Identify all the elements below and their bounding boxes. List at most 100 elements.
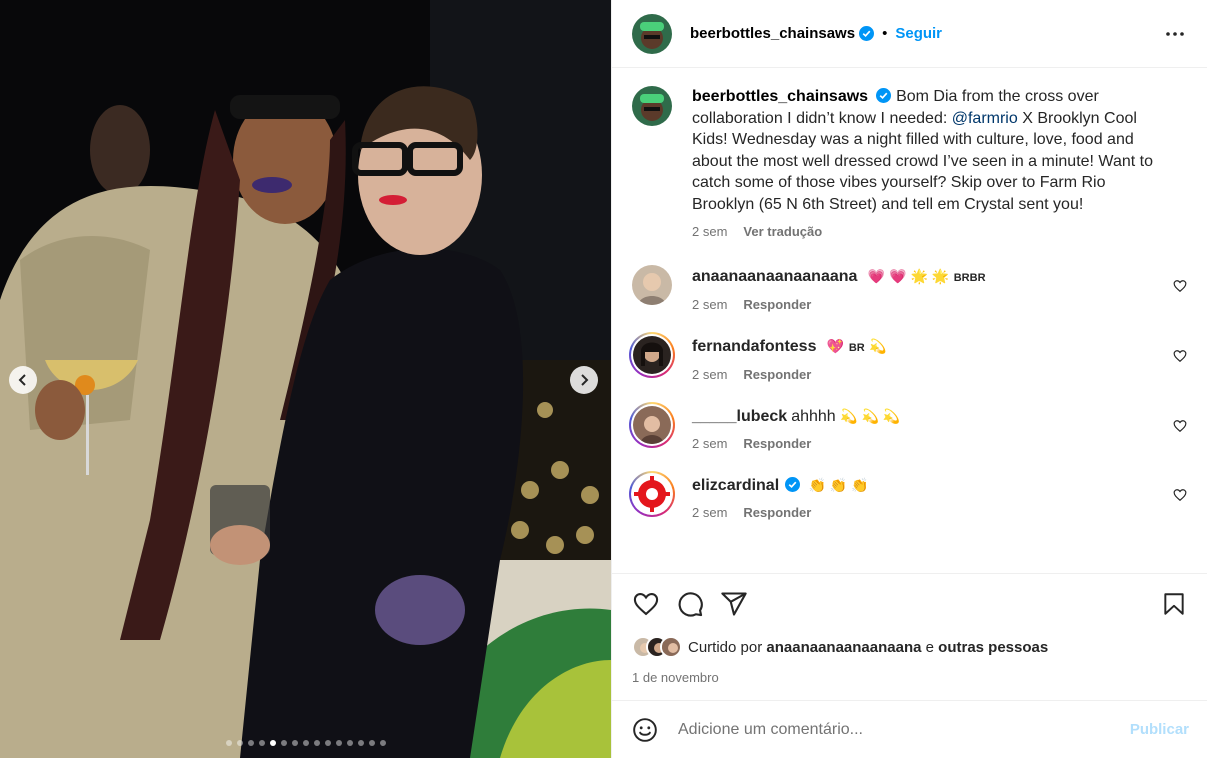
caption: beerbottles_chainsaws Bom Dia from the cr… (632, 86, 1187, 239)
reply-button[interactable]: Responder (743, 297, 811, 312)
post-side-panel: beerbottles_chainsaws • Seguir beerbottl… (611, 0, 1207, 758)
share-send-icon[interactable] (720, 590, 748, 618)
comment-text: _____lubeck ahhhh 💫 💫 💫 (692, 405, 900, 428)
comment-item: elizcardinal 👏 👏 👏 2 sem Responder (629, 471, 1187, 520)
comments-section[interactable]: beerbottles_chainsaws Bom Dia from the cr… (612, 68, 1207, 573)
commenter-avatar[interactable] (632, 265, 672, 305)
comment-text: anaanaanaanaanaana 💗 💗 🌟 🌟 BRBR (692, 265, 986, 289)
carousel-dot (258, 740, 265, 746)
like-comment-heart-icon[interactable] (1173, 279, 1187, 293)
comment-time[interactable]: 2 sem (692, 505, 727, 520)
photo-image (0, 0, 611, 758)
carousel-indicator (0, 740, 611, 746)
comment-meta: 2 sem Responder (692, 297, 986, 312)
comment-emojis: 💫 💫 💫 (840, 408, 901, 424)
carousel-dot (335, 740, 342, 746)
follow-button[interactable]: Seguir (895, 25, 942, 42)
carousel-dot (357, 740, 364, 746)
like-comment-heart-icon[interactable] (1173, 419, 1187, 433)
add-comment-bar: Publicar (612, 700, 1207, 758)
post-photo[interactable] (0, 0, 611, 758)
author-username[interactable]: beerbottles_chainsaws (690, 25, 855, 42)
story-ring[interactable] (629, 471, 675, 517)
caption-author-avatar[interactable] (632, 86, 672, 126)
comment-text: elizcardinal 👏 👏 👏 (692, 474, 869, 497)
reply-button[interactable]: Responder (743, 505, 811, 520)
author-avatar[interactable] (632, 13, 672, 54)
carousel-dot (280, 740, 287, 746)
story-ring[interactable] (629, 332, 675, 378)
header-separator: • (882, 25, 888, 42)
comment-item: fernandafontess 💖 BR 💫 2 sem Responder (629, 332, 1187, 382)
commenter-username[interactable]: fernandafontess (692, 338, 816, 355)
comment-emojis: 👏 👏 👏 (808, 477, 869, 493)
carousel-dot (313, 740, 320, 746)
more-horizontal-icon[interactable] (1163, 22, 1187, 46)
comment-emojis: 💗 💗 🌟 🌟 (867, 268, 950, 284)
see-translation-button[interactable]: Ver tradução (743, 224, 822, 239)
comment-bubble-icon[interactable] (676, 590, 704, 618)
caption-text: beerbottles_chainsaws Bom Dia from the cr… (692, 86, 1162, 215)
comment-time[interactable]: 2 sem (692, 367, 727, 382)
verified-badge-icon (859, 26, 875, 41)
verified-badge-icon (785, 477, 801, 492)
comment-body: ahhhh (791, 408, 836, 425)
chevron-right-icon (581, 374, 589, 386)
comment-emojis: 💖 (826, 338, 845, 354)
comment-meta: 2 sem Responder (692, 505, 869, 520)
next-image-button[interactable] (570, 366, 598, 394)
post-date[interactable]: 1 de novembro (632, 670, 1187, 685)
commenter-avatar (633, 475, 671, 513)
reply-button[interactable]: Responder (743, 436, 811, 451)
commenter-avatar (633, 406, 671, 444)
reply-button[interactable]: Responder (743, 367, 811, 382)
carousel-dot (379, 740, 386, 746)
carousel-dot (269, 740, 276, 746)
commenter-avatar (633, 336, 671, 374)
mention-link[interactable]: @farmrio (952, 110, 1018, 127)
caption-author-username[interactable]: beerbottles_chainsaws (692, 88, 868, 105)
liked-by-prefix: Curtido por (688, 638, 763, 656)
commenter-username[interactable]: anaanaanaanaanaana (692, 268, 857, 285)
liked-by-others[interactable]: outras pessoas (938, 639, 1048, 656)
post-actions: Curtido por anaanaanaanaanaana e outras … (612, 573, 1207, 700)
liked-by-user[interactable]: anaanaanaanaanaana (766, 639, 921, 656)
caption-meta: 2 sem Ver tradução (692, 224, 1162, 239)
comment-meta: 2 sem Responder (692, 436, 900, 451)
bookmark-save-icon[interactable] (1161, 591, 1187, 617)
post-header: beerbottles_chainsaws • Seguir (612, 0, 1207, 68)
liked-by: Curtido por anaanaanaanaanaana e outras … (632, 636, 1187, 658)
carousel-dot (247, 740, 254, 746)
carousel-dot (324, 740, 331, 746)
carousel-dot (302, 740, 309, 746)
commenter-username[interactable]: elizcardinal (692, 477, 779, 494)
liked-by-text: Curtido por anaanaanaanaanaana e outras … (688, 639, 1048, 656)
comment-time[interactable]: 2 sem (692, 436, 727, 451)
emoji-smiley-icon[interactable] (632, 717, 658, 743)
comment-time[interactable]: 2 sem (692, 297, 727, 312)
verified-badge-icon (876, 88, 892, 103)
comment-meta: 2 sem Responder (692, 367, 887, 382)
comment-item: _____lubeck ahhhh 💫 💫 💫 2 sem Responder (629, 402, 1187, 451)
publish-button[interactable]: Publicar (1130, 721, 1189, 738)
action-icons (632, 590, 1187, 618)
like-heart-icon[interactable] (632, 590, 660, 618)
story-ring[interactable] (629, 402, 675, 448)
comment-country-tag: BR (848, 342, 865, 354)
comment-country-tag: BRBR (953, 272, 986, 284)
caption-time[interactable]: 2 sem (692, 224, 727, 239)
carousel-dot (236, 740, 243, 746)
carousel-dot (346, 740, 353, 746)
comment-item: anaanaanaanaanaana 💗 💗 🌟 🌟 BRBR 2 sem Re… (632, 265, 1187, 312)
commenter-username[interactable]: _____lubeck (692, 408, 787, 425)
liked-by-conj: e (925, 638, 934, 656)
comment-emoji-tail: 💫 (869, 338, 887, 354)
liker-avatar (660, 636, 682, 658)
carousel-dot (291, 740, 298, 746)
carousel-dot (368, 740, 375, 746)
like-comment-heart-icon[interactable] (1173, 349, 1187, 363)
previous-image-button[interactable] (9, 366, 37, 394)
like-comment-heart-icon[interactable] (1173, 488, 1187, 502)
chevron-left-icon (18, 374, 26, 386)
comment-input[interactable] (678, 720, 1130, 739)
